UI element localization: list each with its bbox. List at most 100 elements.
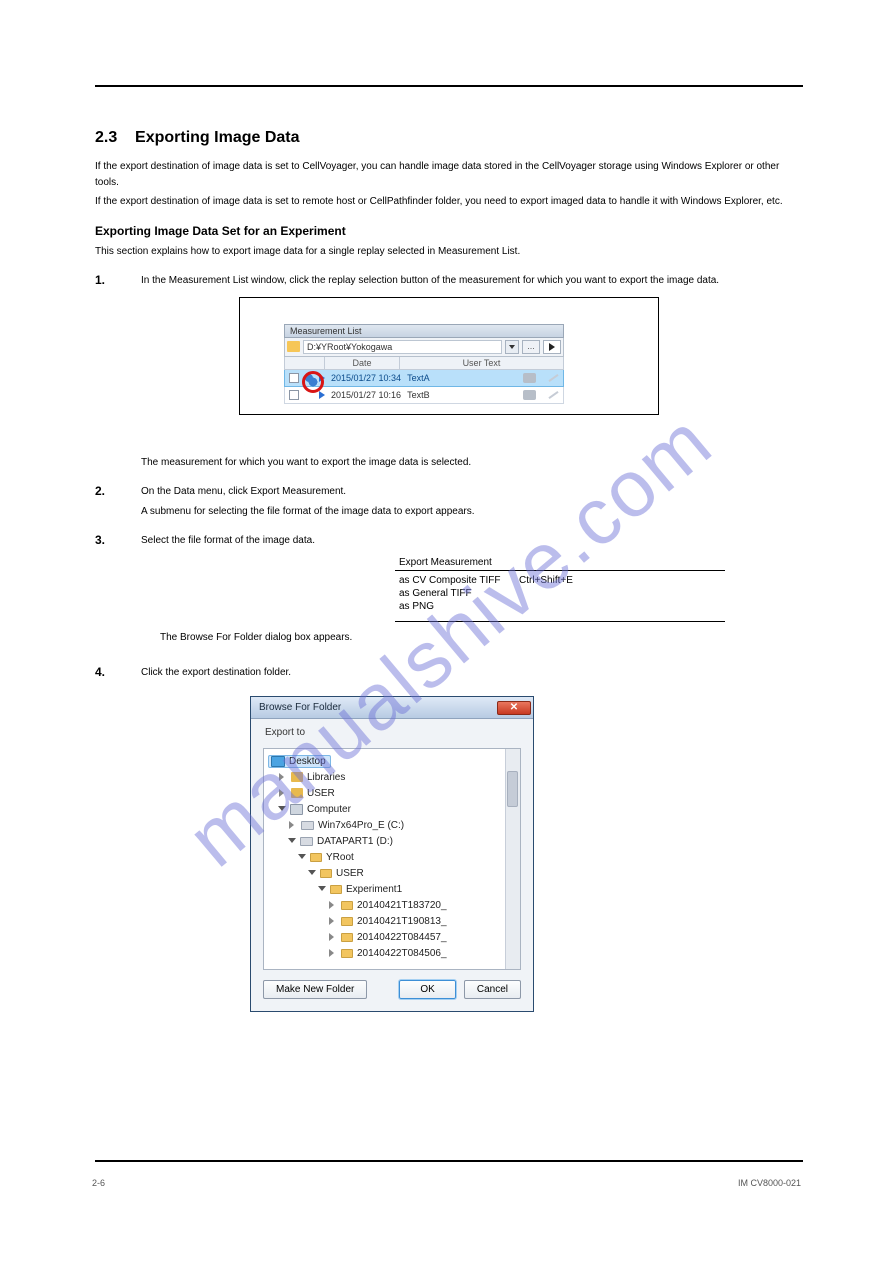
row-text: TextA [407, 373, 430, 383]
measurement-list-screenshot: Measurement List D:¥YRoot¥Yokogawa … Dat… [239, 297, 659, 415]
step-number: 4. [95, 665, 117, 687]
tree-node[interactable]: 20140422T084457_ [268, 929, 520, 945]
list-item[interactable]: 2015/01/27 10:34 TextA [284, 370, 564, 387]
measurement-list-title: Measurement List [284, 324, 564, 338]
step-text: Click the export destination folder. [141, 665, 803, 681]
tree-node[interactable]: YRoot [268, 849, 520, 865]
page-footer: 2-6 IM CV8000-021 [0, 1178, 893, 1188]
tree-node[interactable]: USER [268, 865, 520, 881]
drive-icon [300, 837, 313, 846]
list-item[interactable]: 2015/01/27 10:16 TextB [284, 387, 564, 404]
folder-icon [341, 917, 353, 926]
computer-icon [290, 804, 303, 815]
tree-node-desktop[interactable]: Desktop [268, 753, 520, 769]
checkbox[interactable] [289, 390, 299, 400]
expander-icon[interactable] [279, 773, 287, 781]
expander-icon[interactable] [318, 886, 326, 894]
note: The Browse For Folder dialog box appears… [160, 632, 803, 643]
tree-node[interactable]: Computer [268, 801, 520, 817]
expander-icon[interactable] [329, 917, 337, 925]
step-text: In the Measurement List window, click th… [141, 273, 803, 289]
expander-icon[interactable] [279, 789, 287, 797]
col-date: Date [325, 357, 400, 369]
expander-icon[interactable] [298, 854, 306, 862]
tree-node[interactable]: USER [268, 785, 520, 801]
drive-icon [301, 821, 314, 830]
step-number: 2. [95, 484, 117, 504]
tree-node[interactable]: 20140421T183720_ [268, 897, 520, 913]
dialog-title: Browse For Folder [259, 702, 497, 713]
pen-icon[interactable] [548, 374, 558, 382]
folder-icon [330, 885, 342, 894]
doc-id: IM CV8000-021 [738, 1178, 801, 1188]
paragraph: If the export destination of image data … [95, 159, 803, 190]
note: A submenu for selecting the file format … [141, 504, 803, 520]
note: The measurement for which you want to ex… [141, 455, 803, 471]
expander-icon[interactable] [278, 806, 286, 814]
col-user: User Text [400, 357, 563, 369]
desktop-icon [271, 756, 285, 767]
footer-rule [95, 1160, 803, 1162]
folder-icon [310, 853, 322, 862]
tree-node[interactable]: 20140422T084506_ [268, 945, 520, 961]
browse-button[interactable]: … [522, 340, 540, 354]
expander-icon[interactable] [289, 821, 297, 829]
pen-icon[interactable] [548, 391, 558, 399]
cancel-button[interactable]: Cancel [464, 980, 521, 999]
step-number: 1. [95, 273, 117, 297]
menu-item[interactable]: as PNG [395, 600, 725, 613]
step-text: On the Data menu, click Export Measureme… [141, 484, 803, 500]
browse-folder-dialog: Browse For Folder ✕ Export to Desktop Li… [250, 696, 534, 1012]
section-number: 2.3 [95, 129, 117, 146]
folder-tree[interactable]: Desktop Libraries USER Computer Win7x64P… [263, 748, 521, 970]
make-folder-button[interactable]: Make New Folder [263, 980, 367, 999]
tree-node[interactable]: DATAPART1 (D:) [268, 833, 520, 849]
expander-icon[interactable] [329, 933, 337, 941]
expander-icon[interactable] [329, 949, 337, 957]
paragraph: If the export destination of image data … [95, 194, 803, 210]
step-number: 3. [95, 533, 117, 557]
expander-icon[interactable] [308, 870, 316, 878]
menu-item[interactable]: as CV Composite TIFFCtrl+Shift+E [395, 574, 725, 587]
folder-icon [287, 341, 300, 352]
checkbox[interactable] [289, 373, 299, 383]
close-button[interactable]: ✕ [497, 701, 531, 715]
step-text: Select the file format of the image data… [141, 533, 803, 549]
menu-item[interactable]: as General TIFF [395, 587, 725, 600]
folder-icon [341, 933, 353, 942]
libraries-icon [291, 772, 303, 782]
folder-icon [341, 901, 353, 910]
arrow-icon [319, 391, 325, 399]
user-icon [291, 788, 303, 798]
section-title: Exporting Image Data [135, 129, 299, 146]
play-button[interactable] [543, 340, 561, 354]
ok-button[interactable]: OK [399, 980, 455, 999]
path-dropdown[interactable] [505, 340, 519, 354]
dialog-titlebar: Browse For Folder ✕ [251, 697, 533, 719]
scrollbar[interactable] [505, 749, 520, 969]
folder-icon [341, 949, 353, 958]
paragraph: This section explains how to export imag… [95, 244, 803, 260]
page-number: 2-6 [92, 1178, 105, 1188]
dialog-label: Export to [251, 719, 533, 742]
expander-icon[interactable] [288, 838, 296, 846]
tree-node[interactable]: Libraries [268, 769, 520, 785]
expander-icon[interactable] [329, 901, 337, 909]
section-heading: 2.3 Exporting Image Data [95, 129, 803, 147]
scrollbar-thumb[interactable] [507, 771, 518, 807]
camera-icon[interactable] [523, 373, 536, 383]
row-date: 2015/01/27 10:34 [331, 373, 401, 383]
tree-node[interactable]: Experiment1 [268, 881, 520, 897]
row-text: TextB [407, 390, 430, 400]
export-menu: Export Measurement as CV Composite TIFFC… [395, 557, 725, 622]
tree-node[interactable]: Win7x64Pro_E (C:) [268, 817, 520, 833]
folder-icon [320, 869, 332, 878]
export-menu-header: Export Measurement [395, 557, 725, 571]
tree-node[interactable]: 20140421T190813_ [268, 913, 520, 929]
replay-selection-icon[interactable] [305, 374, 313, 382]
row-date: 2015/01/27 10:16 [331, 390, 401, 400]
arrow-icon [319, 374, 325, 382]
path-input[interactable]: D:¥YRoot¥Yokogawa [303, 340, 502, 354]
subheading: Exporting Image Data Set for an Experime… [95, 224, 803, 238]
camera-icon[interactable] [523, 390, 536, 400]
